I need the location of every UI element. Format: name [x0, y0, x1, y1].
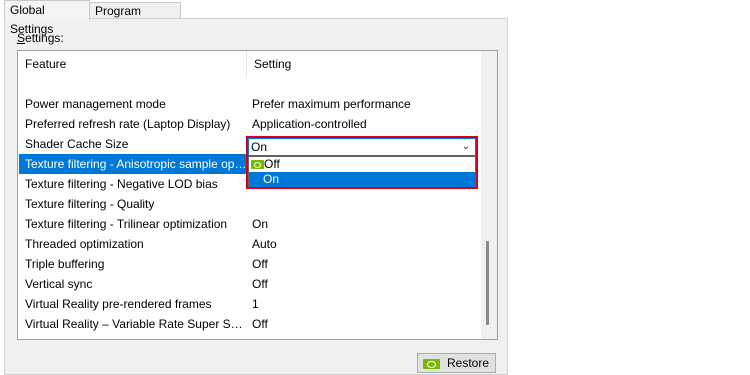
nvidia-logo-icon [251, 160, 264, 169]
scrollbar-thumb[interactable] [486, 241, 489, 325]
setting-cell: Off [252, 257, 268, 271]
restore-button-label: Restore [447, 356, 490, 370]
dropdown-option-on[interactable]: On [249, 172, 475, 187]
dropdown-value: On [251, 140, 268, 154]
settings-list[interactable]: Feature Setting Power management mode Pre… [17, 50, 498, 340]
table-row[interactable]: Vertical sync Off [18, 274, 481, 294]
feature-cell: Texture filtering - Negative LOD bias [25, 177, 218, 191]
table-row[interactable]: Threaded optimization Auto [18, 234, 481, 254]
feature-cell: Texture filtering - Quality [25, 197, 155, 211]
dropdown-list: Off On [248, 156, 476, 187]
dropdown-option-off[interactable]: Off [249, 157, 475, 172]
feature-cell: Preferred refresh rate (Laptop Display) [25, 117, 231, 131]
column-header-feature[interactable]: Feature [18, 51, 247, 77]
feature-cell: Vertical sync [25, 277, 93, 291]
table-row[interactable]: Texture filtering - Trilinear optimizati… [18, 214, 481, 234]
setting-cell: Off [252, 277, 268, 291]
restore-button[interactable]: Restore [417, 353, 496, 373]
tab-program-settings[interactable]: Program Settings [89, 2, 181, 34]
setting-cell: 1 [252, 297, 259, 311]
setting-cell: Prefer maximum performance [252, 97, 411, 111]
settings-panel: Settings: Feature Setting Power manageme… [4, 18, 508, 375]
setting-cell: On [252, 217, 269, 231]
dropdown-option-label: Off [264, 157, 280, 171]
tab-global-settings[interactable]: Global Settings [4, 0, 90, 36]
feature-cell: Texture filtering - Trilinear optimizati… [25, 217, 228, 231]
list-header: Feature Setting [18, 51, 481, 77]
table-row[interactable]: Preferred refresh rate (Laptop Display) A… [18, 114, 481, 134]
feature-cell: Virtual Reality pre-rendered frames [25, 297, 212, 311]
feature-cell: Power management mode [25, 97, 166, 111]
table-row[interactable]: Triple buffering Off [18, 254, 481, 274]
setting-cell: Off [252, 317, 268, 331]
setting-cell: Application-controlled [252, 117, 367, 131]
table-row[interactable]: Texture filtering - Quality [18, 194, 481, 214]
feature-cell: Threaded optimization [25, 237, 144, 251]
tab-strip: Program Settings Global Settings [0, 0, 510, 36]
feature-cell: Triple buffering [25, 257, 105, 271]
table-row[interactable]: Power management mode Prefer maximum perf… [18, 94, 481, 114]
feature-cell: Shader Cache Size [25, 137, 129, 151]
feature-cell: Virtual Reality – Variable Rate Super Sa… [25, 317, 247, 331]
feature-cell: Texture filtering - Anisotropic sample o… [25, 157, 247, 171]
nvidia-logo-icon [423, 359, 440, 369]
chevron-down-icon[interactable]: ⌄ [458, 139, 474, 155]
column-header-setting[interactable]: Setting [247, 51, 481, 77]
dropdown-option-label: On [263, 172, 280, 186]
setting-cell: Auto [252, 237, 277, 251]
table-row[interactable]: Virtual Reality – Variable Rate Super Sa… [18, 314, 481, 334]
table-row[interactable]: Virtual Reality pre-rendered frames 1 [18, 294, 481, 314]
vertical-scrollbar[interactable] [481, 51, 497, 339]
setting-dropdown[interactable]: On ⌄ [248, 138, 476, 156]
